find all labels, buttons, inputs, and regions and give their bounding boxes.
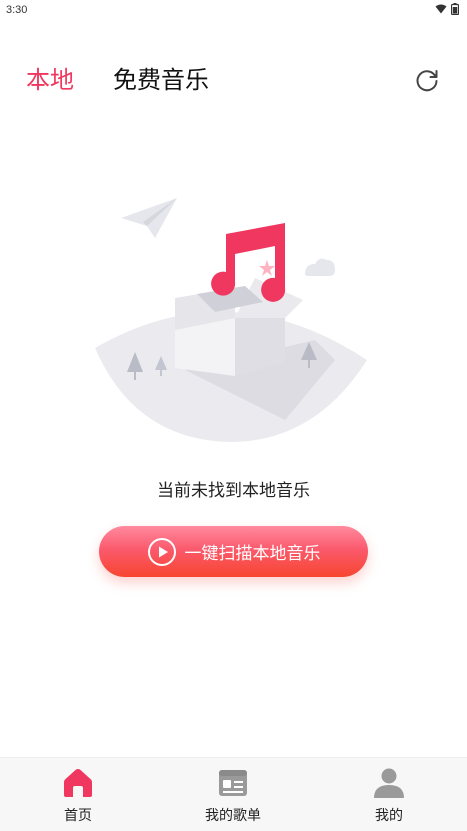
music-box-illustration	[95, 198, 367, 442]
star-icon	[259, 260, 275, 276]
nav-label-playlist: 我的歌单	[205, 808, 261, 824]
wifi-icon	[435, 4, 447, 14]
battery-icon	[451, 3, 459, 15]
refresh-icon[interactable]	[413, 66, 441, 94]
nav-item-playlist[interactable]: 我的歌单	[183, 766, 283, 825]
status-time: 3:30	[6, 4, 28, 16]
tab-local[interactable]: 本地	[26, 64, 74, 96]
home-icon	[64, 769, 92, 797]
tab-free-music[interactable]: 免费音乐	[113, 64, 209, 96]
scan-local-music-button[interactable]: 一键扫描本地音乐	[99, 526, 368, 577]
header: 本地 免费音乐	[0, 60, 467, 100]
play-circle-icon	[147, 537, 176, 566]
cloud	[305, 258, 335, 276]
nav-item-mine[interactable]: 我的	[339, 766, 439, 825]
status-bar: 3:30	[0, 0, 467, 22]
user-icon	[374, 768, 404, 798]
nav-label-mine: 我的	[375, 808, 403, 824]
bottom-nav: 首页 我的歌单 我的	[0, 757, 467, 831]
status-icons	[435, 3, 459, 15]
playlist-icon	[219, 770, 247, 796]
nav-label-home: 首页	[64, 808, 92, 824]
scan-button-label: 一键扫描本地音乐	[184, 544, 321, 564]
empty-state-message: 当前未找到本地音乐	[157, 481, 310, 501]
nav-item-home[interactable]: 首页	[28, 766, 128, 825]
